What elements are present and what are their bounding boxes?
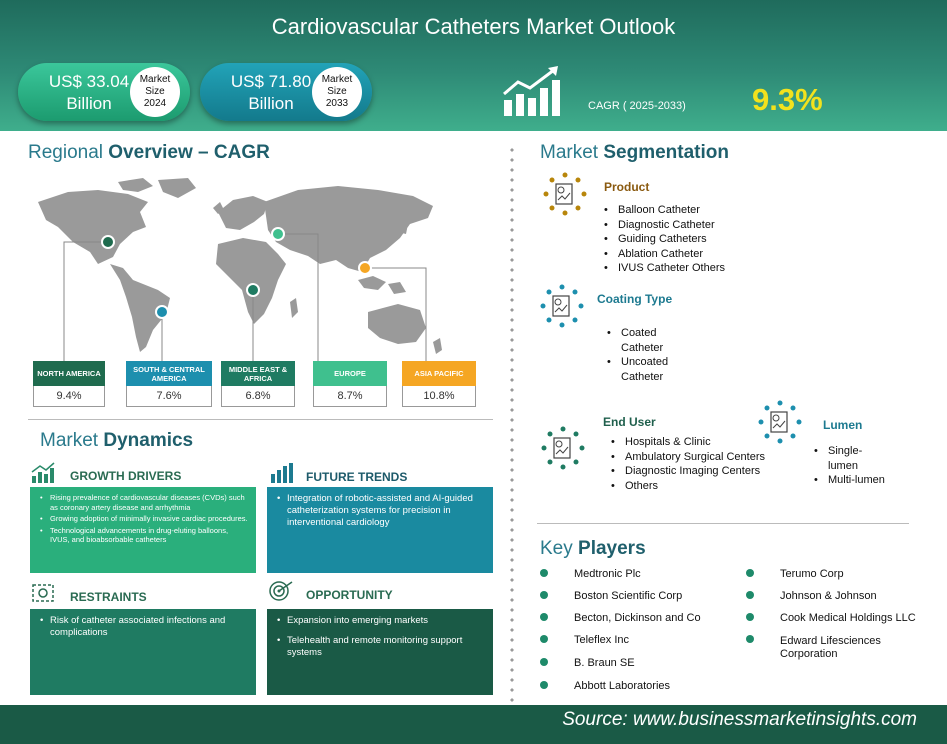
region-asia-pacific: ASIA PACIFIC 10.8%	[402, 361, 476, 407]
north-america-marker	[101, 235, 115, 249]
restraints-icon	[32, 584, 54, 602]
region-south-central-america: SOUTH & CENTRAL AMERICA 7.6%	[126, 361, 212, 407]
future-trends-title: FUTURE TRENDS	[306, 470, 408, 484]
end-user-segment-title: End User	[603, 415, 656, 429]
lumen-segment-title: Lumen	[823, 418, 863, 432]
cagr-value: 9.3%	[752, 82, 823, 117]
coating-type-segment-icon	[540, 284, 584, 328]
growth-driver-item: Rising prevalence of cardiovascular dise…	[38, 493, 248, 512]
market-size-2033-badge: Market Size 2033	[312, 67, 362, 117]
market-size-2024-pill: US$ 33.04 Billion Market Size 2024	[18, 63, 190, 121]
player-name: Medtronic Plc	[574, 568, 641, 580]
market-size-2033-value: US$ 71.80	[230, 72, 312, 91]
coating-type-segment-title: Coating Type	[597, 292, 673, 306]
region-south-central-america-value: 7.6%	[126, 386, 212, 407]
south-america-marker	[155, 305, 169, 319]
vertical-dotted-divider	[510, 145, 514, 705]
coating-type-segment-list: Coated Catheter Uncoated Catheter	[603, 326, 693, 384]
section-divider	[28, 419, 493, 420]
bullet-dot	[746, 635, 754, 643]
market-size-2024-badge: Market Size 2024	[130, 67, 180, 117]
apac-marker	[358, 261, 372, 275]
player-name: Abbott Laboratories	[574, 680, 671, 692]
future-trends-box: Integration of robotic-assisted and AI-g…	[267, 487, 493, 573]
source-link[interactable]: Source: www.businessmarketinsights.com	[562, 709, 917, 731]
bullet-dot	[540, 569, 548, 577]
growth-drivers-title: GROWTH DRIVERS	[70, 469, 182, 483]
future-trend-item: Integration of robotic-assisted and AI-g…	[275, 493, 485, 529]
player-name: Becton, Dickinson and Co	[574, 612, 701, 624]
growth-drivers-icon	[31, 462, 55, 483]
lumen-segment-icon	[758, 400, 802, 444]
bullet-dot	[540, 591, 548, 599]
bullet-dot	[540, 613, 548, 621]
page-title: Cardiovascular Catheters Market Outlook	[271, 14, 676, 39]
region-asia-pacific-value: 10.8%	[402, 386, 476, 407]
region-middle-east-africa: MIDDLE EAST & AFRICA 6.8%	[221, 361, 295, 407]
market-size-2024-unit: Billion	[66, 94, 112, 113]
market-size-2024-value: US$ 33.04	[48, 72, 130, 91]
region-europe-value: 8.7%	[313, 386, 387, 407]
world-map	[38, 178, 442, 361]
player-name: Cook Medical Holdings LLC	[780, 612, 916, 624]
player-name: Terumo Corp	[780, 568, 844, 580]
growth-driver-item: Growing adoption of minimally invasive c…	[38, 514, 248, 524]
market-dynamics-heading: Market Dynamics	[40, 430, 194, 451]
header-banner: Cardiovascular Catheters Market Outlook …	[0, 0, 947, 131]
market-segmentation-heading: Market Segmentation	[540, 142, 729, 163]
end-user-segment-icon	[541, 426, 585, 470]
restraints-box: Risk of catheter associated infections a…	[30, 609, 256, 695]
product-segment-list: Balloon Catheter Diagnostic Catheter Gui…	[600, 203, 760, 276]
bullet-dot	[540, 658, 548, 666]
growth-chart-icon	[503, 66, 560, 116]
player-name: B. Braun SE	[574, 657, 635, 669]
market-size-2033-pill: US$ 71.80 Billion Market Size 2033	[200, 63, 372, 121]
player-name: Johnson & Johnson	[780, 590, 877, 602]
footer-bar: Source: www.businessmarketinsights.com	[0, 705, 947, 744]
key-players-heading: Key Players	[540, 538, 646, 559]
opportunity-title: OPPORTUNITY	[306, 588, 393, 602]
bullet-dot	[540, 635, 548, 643]
growth-driver-item: Technological advancements in drug-eluti…	[38, 526, 248, 545]
region-europe: EUROPE 8.7%	[313, 361, 387, 407]
growth-drivers-box: Rising prevalence of cardiovascular dise…	[30, 487, 256, 573]
region-north-america: NORTH AMERICA 9.4%	[33, 361, 105, 407]
bullet-dot	[746, 613, 754, 621]
opportunity-item: Telehealth and remote monitoring support…	[275, 635, 485, 659]
player-name: Teleflex Inc	[574, 634, 630, 646]
market-size-2033-unit: Billion	[248, 94, 294, 113]
restraint-item: Risk of catheter associated infections a…	[38, 615, 248, 639]
region-middle-east-africa-value: 6.8%	[221, 386, 295, 407]
opportunity-item: Expansion into emerging markets	[275, 615, 485, 627]
mea-marker	[246, 283, 260, 297]
product-segment-title: Product	[604, 180, 650, 194]
future-trends-icon	[271, 463, 293, 483]
lumen-segment-list: Single-lumen Multi-lumen	[810, 444, 910, 488]
player-name: Edward Lifesciences Corporation	[780, 635, 881, 660]
segmentation-divider	[537, 523, 909, 524]
europe-marker	[271, 227, 285, 241]
opportunity-icon	[269, 581, 293, 601]
product-segment-icon	[543, 172, 587, 216]
regional-overview-heading: Regional Overview – CAGR	[28, 142, 270, 163]
region-north-america-value: 9.4%	[33, 386, 105, 407]
opportunity-box: Expansion into emerging markets Teleheal…	[267, 609, 493, 695]
bullet-dot	[746, 569, 754, 577]
bullet-dot	[746, 591, 754, 599]
player-name: Boston Scientific Corp	[574, 590, 683, 602]
cagr-label: CAGR ( 2025-2033)	[588, 100, 686, 112]
restraints-title: RESTRAINTS	[70, 590, 147, 604]
bullet-dot	[540, 681, 548, 689]
